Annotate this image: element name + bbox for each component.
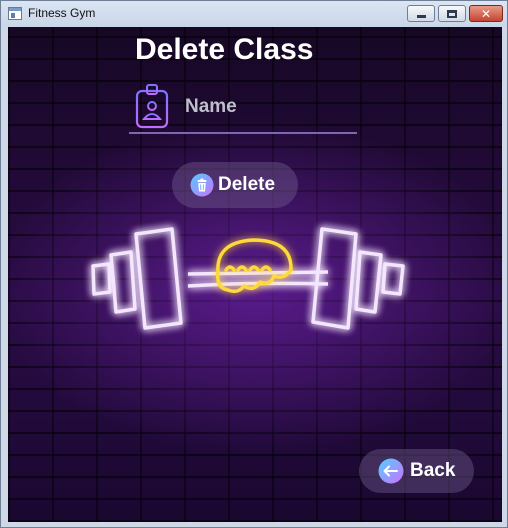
maximize-icon <box>447 9 457 18</box>
close-icon: ✕ <box>480 6 492 21</box>
minimize-icon <box>416 14 426 18</box>
back-button[interactable]: Back <box>359 449 474 493</box>
trash-icon <box>190 173 214 197</box>
arrow-left-icon <box>378 458 404 484</box>
minimize-button[interactable] <box>407 5 435 22</box>
maximize-button[interactable] <box>438 5 466 22</box>
title-bar[interactable]: Fitness Gym ✕ <box>1 1 507 27</box>
delete-button-label: Delete <box>218 174 276 195</box>
id-badge-icon <box>135 84 169 129</box>
app-window-icon <box>8 7 22 20</box>
neon-dumbbell-art <box>91 227 405 330</box>
close-button[interactable]: ✕ <box>469 5 503 22</box>
window-title: Fitness Gym <box>28 6 96 20</box>
delete-button[interactable]: Delete <box>172 162 298 208</box>
page-title: Delete Class <box>135 33 314 66</box>
app-window: Fitness Gym ✕ Delete Class Name Delete B… <box>0 0 508 528</box>
back-button-label: Back <box>410 460 456 481</box>
name-input[interactable] <box>185 93 353 121</box>
content-area: Delete Class Name Delete Back <box>8 27 502 522</box>
name-field <box>129 77 357 134</box>
